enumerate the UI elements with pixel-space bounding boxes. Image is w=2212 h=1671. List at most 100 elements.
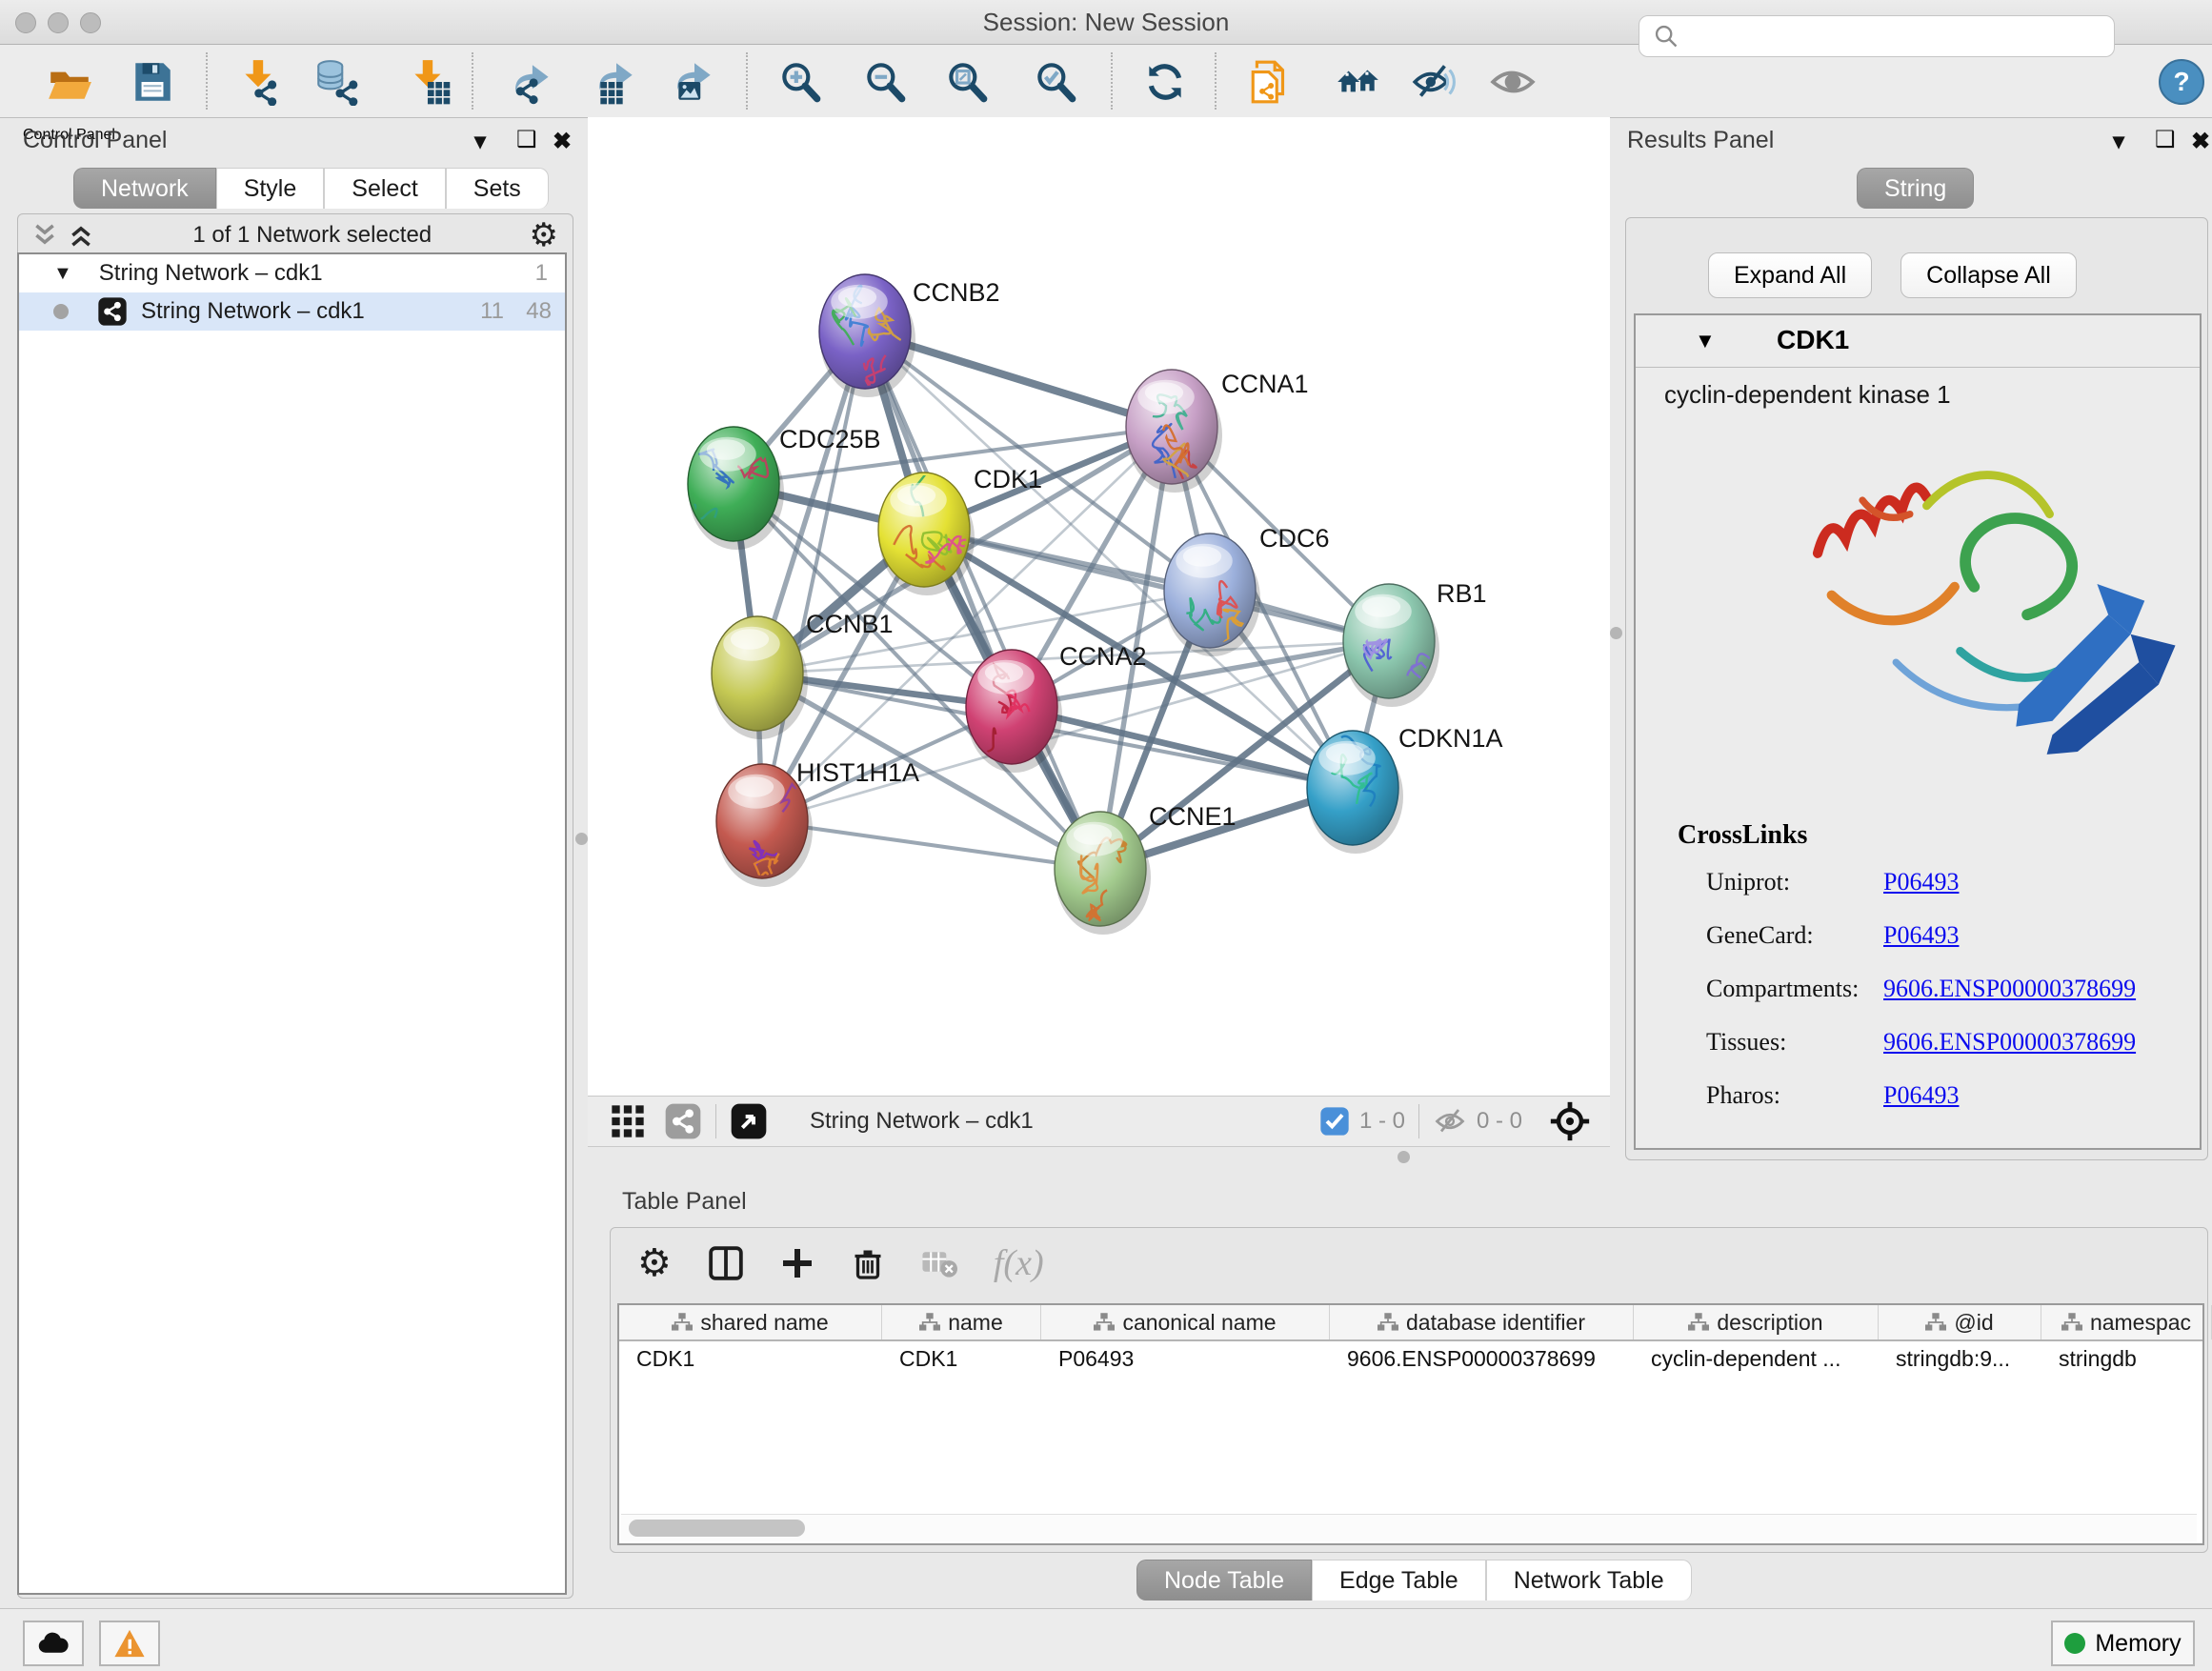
crosslink-value-link[interactable]: P06493 <box>1883 868 1959 896</box>
expand-all-chevron-icon[interactable] <box>67 223 95 248</box>
crosslink-value-link[interactable]: 9606.ENSP00000378699 <box>1883 975 2136 1003</box>
export-image-button[interactable] <box>667 54 722 110</box>
column-header-database-identifier[interactable]: database identifier <box>1330 1305 1634 1339</box>
selected-checkbox-icon[interactable] <box>1319 1106 1350 1137</box>
collapse-all-button[interactable]: Collapse All <box>1900 252 2077 298</box>
show-panel-eye-button[interactable] <box>1485 54 1540 110</box>
birdseye-view-icon[interactable] <box>730 1102 768 1140</box>
zoom-fit-content-button[interactable] <box>939 54 995 110</box>
node-CCNB2[interactable]: CCNB2 <box>819 274 1000 397</box>
node-CDC6[interactable]: CDC6 <box>1164 524 1330 656</box>
results-tab-string[interactable]: String <box>1857 168 1974 209</box>
export-table-button[interactable] <box>589 54 644 110</box>
zoom-window-icon[interactable] <box>80 12 101 33</box>
node-CCNE1[interactable]: CCNE1 <box>1055 802 1237 935</box>
clone-network-document-icon <box>1247 58 1295 106</box>
left-splitter-handle[interactable] <box>575 833 588 845</box>
open-session-button[interactable] <box>42 54 97 110</box>
crosslink-value-link[interactable]: 9606.ENSP00000378699 <box>1883 1028 2136 1057</box>
network-row-selected[interactable]: String Network – cdk1 11 48 <box>19 292 565 331</box>
control-tab-network[interactable]: Network <box>73 168 216 209</box>
column-header-namespac[interactable]: namespac <box>2041 1305 2212 1339</box>
crosslink-label: Uniprot: <box>1706 868 1883 896</box>
minimize-window-icon[interactable] <box>48 12 69 33</box>
results-panel-float-icon[interactable]: ❑ <box>2155 126 2176 153</box>
column-header-name[interactable]: name <box>882 1305 1041 1339</box>
table-options-gear-icon[interactable]: ⚙ <box>637 1241 672 1285</box>
node-label-CDK1: CDK1 <box>974 465 1042 493</box>
node-table[interactable]: shared name name canonical name database… <box>617 1303 2204 1545</box>
horizontal-splitter-handle[interactable] <box>1398 1151 1410 1163</box>
memory-button[interactable]: Memory <box>2051 1621 2195 1666</box>
table-header-row: shared name name canonical name database… <box>619 1305 2202 1341</box>
network-canvas[interactable]: CCNB2CCNA1CDC25BCDK1CDC6RB1CCNB1CCNA2CDK… <box>588 117 1610 1096</box>
edge-CCNB2-CCNE1[interactable] <box>865 332 1100 869</box>
add-column-icon[interactable] <box>780 1246 814 1280</box>
node-label-CDKN1A: CDKN1A <box>1398 724 1503 753</box>
zoom-fit-content-icon <box>943 58 991 106</box>
collapse-all-chevron-icon[interactable] <box>30 223 59 248</box>
memory-label: Memory <box>2095 1630 2181 1658</box>
network-collection-row[interactable]: ▼ String Network – cdk1 1 <box>19 254 565 292</box>
results-panel-menu-icon[interactable]: ▾ <box>2113 128 2124 155</box>
control-tab-select[interactable]: Select <box>324 168 445 209</box>
node-CCNA1[interactable]: CCNA1 <box>1126 370 1309 507</box>
refresh-view-button[interactable] <box>1137 54 1193 110</box>
fit-selected-crosshair-icon[interactable] <box>1549 1100 1591 1142</box>
help-button[interactable]: ? <box>2159 59 2204 105</box>
collection-expand-arrow-icon[interactable]: ▼ <box>53 263 72 285</box>
column-header-canonical-name[interactable]: canonical name <box>1041 1305 1330 1339</box>
delete-column-trash-icon[interactable] <box>851 1246 885 1280</box>
column-header-shared-name[interactable]: shared name <box>619 1305 882 1339</box>
results-panel-close-icon[interactable]: ✖ <box>2191 128 2210 155</box>
warning-button[interactable] <box>99 1621 160 1666</box>
grid-view-icon[interactable] <box>609 1102 647 1140</box>
column-header-description[interactable]: description <box>1634 1305 1879 1339</box>
import-network-from-database-button[interactable] <box>309 54 364 110</box>
import-network-from-file-button[interactable] <box>231 54 287 110</box>
bottom-status-bar: Memory <box>0 1608 2212 1671</box>
node-label-RB1: RB1 <box>1437 579 1487 608</box>
node-HIST1H1A[interactable]: HIST1H1A <box>716 758 919 887</box>
control-panel-menu-icon[interactable]: ▾ <box>474 128 486 155</box>
column-header--id[interactable]: @id <box>1879 1305 2041 1339</box>
control-tab-style[interactable]: Style <box>216 168 325 209</box>
show-columns-icon[interactable] <box>708 1245 744 1281</box>
clone-network-document-button[interactable] <box>1243 54 1298 110</box>
crosslink-value-link[interactable]: P06493 <box>1883 921 1959 950</box>
table-horizontal-scrollbar[interactable] <box>621 1514 2197 1541</box>
zoom-out-button[interactable] <box>857 54 913 110</box>
close-window-icon[interactable] <box>15 12 36 33</box>
table-tab-edge-table[interactable]: Edge Table <box>1312 1560 1486 1601</box>
search-input[interactable] <box>1679 22 2083 50</box>
toolbar-separator <box>472 52 473 110</box>
crosslink-value-link[interactable]: P06493 <box>1883 1081 1959 1110</box>
import-table-from-file-button[interactable] <box>401 54 456 110</box>
table-tab-network-table[interactable]: Network Table <box>1486 1560 1692 1601</box>
scrollbar-thumb[interactable] <box>629 1520 805 1537</box>
cdk1-entry-panel: ▼ CDK1 cyclin-dependent kinase 1 CrossLi… <box>1634 313 2202 1150</box>
node-CDKN1A[interactable]: CDKN1A <box>1307 724 1503 854</box>
entry-collapse-arrow-icon[interactable]: ▼ <box>1695 329 1716 353</box>
save-session-button[interactable] <box>125 54 180 110</box>
control-panel-float-icon[interactable]: ❑ <box>516 126 537 153</box>
cloud-button[interactable] <box>23 1621 84 1666</box>
control-tab-sets[interactable]: Sets <box>446 168 549 209</box>
right-splitter-handle[interactable] <box>1610 627 1622 639</box>
network-view-icon[interactable] <box>664 1102 702 1140</box>
node-CDC25B[interactable]: CDC25B <box>668 425 881 550</box>
network-options-gear-icon[interactable]: ⚙ <box>530 216 558 254</box>
zoom-in-button[interactable] <box>773 54 828 110</box>
node-RB1[interactable]: RB1 <box>1343 579 1487 707</box>
search-box[interactable] <box>1639 15 2115 57</box>
export-network-button[interactable] <box>507 54 562 110</box>
hide-selected-button[interactable] <box>1407 54 1462 110</box>
table-row[interactable]: CDK1CDK1P064939606.ENSP00000378699cyclin… <box>619 1341 2202 1376</box>
cdk1-entry-header[interactable]: ▼ CDK1 <box>1636 315 2200 368</box>
home-networks-button[interactable] <box>1330 54 1385 110</box>
control-panel-close-icon[interactable]: ✖ <box>553 128 572 155</box>
edge-HIST1H1A-CCNE1[interactable] <box>762 821 1100 869</box>
table-tab-node-table[interactable]: Node Table <box>1136 1560 1312 1601</box>
zoom-selected-button[interactable] <box>1028 54 1083 110</box>
expand-all-button[interactable]: Expand All <box>1708 252 1872 298</box>
